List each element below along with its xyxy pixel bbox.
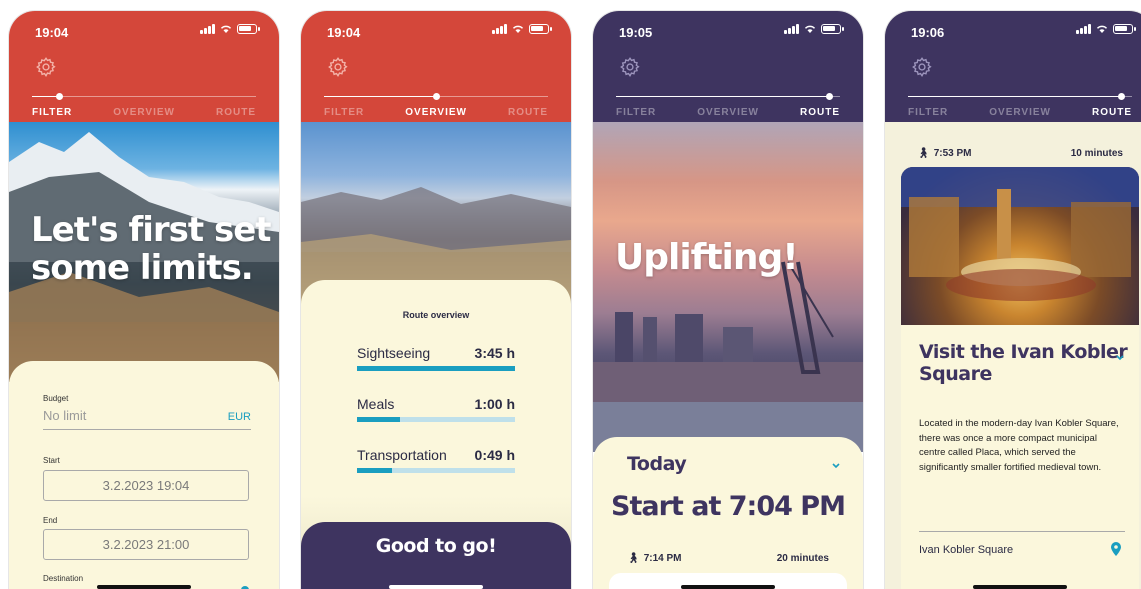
budget-input[interactable]: No limit bbox=[43, 408, 86, 423]
good-to-go-button[interactable]: Good to go! bbox=[301, 522, 571, 589]
place-card[interactable]: Visit the Ivan Kobler Square Located in … bbox=[901, 167, 1139, 589]
end-label: End bbox=[43, 516, 58, 525]
gear-icon[interactable] bbox=[327, 56, 349, 78]
status-time: 19:06 bbox=[911, 25, 945, 40]
tab-overview[interactable]: OVERVIEW bbox=[405, 107, 467, 118]
tab-filter[interactable]: FILTER bbox=[908, 107, 948, 118]
step-tabs: FILTER OVERVIEW ROUTE bbox=[908, 107, 1132, 118]
wifi-icon bbox=[804, 24, 816, 34]
battery-icon bbox=[821, 24, 844, 34]
signal-icon bbox=[200, 24, 215, 34]
walk-duration: 20 minutes bbox=[776, 553, 829, 564]
map-pin-icon[interactable] bbox=[1111, 542, 1121, 556]
battery-icon bbox=[529, 24, 552, 34]
day-label: Today bbox=[627, 453, 687, 475]
gear-icon[interactable] bbox=[619, 56, 641, 78]
walk-duration: 10 minutes bbox=[1070, 148, 1123, 159]
screen-route: 19:05 FILTER OVERVIEW ROUTE Uplifting! T… bbox=[593, 11, 863, 589]
home-indicator bbox=[681, 585, 775, 589]
signal-icon bbox=[784, 24, 799, 34]
wifi-icon bbox=[1096, 24, 1108, 34]
wifi-icon bbox=[220, 24, 232, 34]
step-tabs: FILTER OVERVIEW ROUTE bbox=[32, 107, 256, 118]
status-time: 19:04 bbox=[35, 25, 69, 40]
tab-overview[interactable]: OVERVIEW bbox=[697, 107, 759, 118]
currency-selector[interactable]: EUR bbox=[228, 411, 251, 423]
status-icons bbox=[784, 24, 844, 34]
tab-filter[interactable]: FILTER bbox=[324, 107, 364, 118]
home-indicator bbox=[389, 585, 483, 589]
budget-label: Budget bbox=[43, 394, 69, 403]
step-progress bbox=[616, 93, 840, 100]
gear-icon[interactable] bbox=[35, 56, 57, 78]
status-icons bbox=[492, 24, 552, 34]
tab-route[interactable]: ROUTE bbox=[216, 107, 256, 118]
app-header: 19:04 FILTER OVERVIEW ROUTE bbox=[9, 11, 279, 122]
battery-icon bbox=[1113, 24, 1136, 34]
end-field[interactable]: 3.2.2023 21:00 bbox=[43, 529, 249, 560]
start-label: Start bbox=[43, 456, 60, 465]
mood-headline: Uplifting! bbox=[615, 237, 799, 278]
screen-filter: 19:04 FILTER OVERVIEW ROUTE Let's first … bbox=[9, 11, 279, 589]
place-description: Located in the modern-day Ivan Kobler Sq… bbox=[919, 418, 1119, 473]
filter-card: Budget No limit EUR Start 3.2.2023 19:04… bbox=[9, 361, 279, 589]
walking-icon: 🚶︎ bbox=[627, 553, 640, 564]
destination-label: Destination bbox=[43, 574, 84, 583]
step-tabs: FILTER OVERVIEW ROUTE bbox=[616, 107, 840, 118]
start-field[interactable]: 3.2.2023 19:04 bbox=[43, 470, 249, 501]
app-header: 19:05 FILTER OVERVIEW ROUTE bbox=[593, 11, 863, 122]
tab-route[interactable]: ROUTE bbox=[800, 107, 840, 118]
city-harbor-image bbox=[593, 122, 863, 452]
step-progress bbox=[908, 93, 1132, 100]
overview-title: Route overview bbox=[402, 310, 470, 320]
square-photo bbox=[901, 167, 1139, 325]
step-progress bbox=[32, 93, 256, 100]
status-time: 19:05 bbox=[619, 25, 653, 40]
status-icons bbox=[200, 24, 260, 34]
gear-icon[interactable] bbox=[911, 56, 933, 78]
tab-filter[interactable]: FILTER bbox=[32, 107, 72, 118]
location-name: Ivan Kobler Square bbox=[919, 544, 1014, 556]
location-divider bbox=[919, 531, 1125, 532]
start-time-title: Start at 7:04 PM bbox=[611, 491, 846, 522]
status-time: 19:04 bbox=[327, 25, 361, 40]
signal-icon bbox=[1076, 24, 1091, 34]
home-indicator bbox=[97, 585, 191, 589]
chevron-down-icon[interactable] bbox=[831, 461, 841, 471]
budget-underline bbox=[43, 429, 251, 430]
screen-route-detail: 19:06 FILTER OVERVIEW ROUTE 🚶︎ 7:53 PM 1… bbox=[885, 11, 1141, 589]
step-progress bbox=[324, 93, 548, 100]
tab-route[interactable]: ROUTE bbox=[1092, 107, 1132, 118]
app-header: 19:06 FILTER OVERVIEW ROUTE bbox=[885, 11, 1141, 122]
place-title: Visit the Ivan Kobler Square bbox=[919, 341, 1128, 385]
headline: Let's first set some limits. bbox=[31, 210, 272, 288]
home-indicator bbox=[973, 585, 1067, 589]
tab-overview[interactable]: OVERVIEW bbox=[989, 107, 1051, 118]
tab-route[interactable]: ROUTE bbox=[508, 107, 548, 118]
status-icons bbox=[1076, 24, 1136, 34]
app-header: 19:04 FILTER OVERVIEW ROUTE bbox=[301, 11, 571, 122]
walking-icon: 🚶︎ bbox=[917, 148, 930, 159]
tab-overview[interactable]: OVERVIEW bbox=[113, 107, 175, 118]
signal-icon bbox=[492, 24, 507, 34]
screen-overview: 19:04 FILTER OVERVIEW ROUTE Route overvi… bbox=[301, 11, 571, 589]
step-tabs: FILTER OVERVIEW ROUTE bbox=[324, 107, 548, 118]
tab-filter[interactable]: FILTER bbox=[616, 107, 656, 118]
wifi-icon bbox=[512, 24, 524, 34]
battery-icon bbox=[237, 24, 260, 34]
walk-time: 🚶︎ 7:53 PM bbox=[917, 148, 972, 159]
walk-time: 🚶︎ 7:14 PM bbox=[627, 553, 682, 564]
route-card: Today Start at 7:04 PM 🚶︎ 7:14 PM 20 min… bbox=[593, 437, 863, 589]
chevron-down-icon[interactable] bbox=[1115, 353, 1125, 363]
